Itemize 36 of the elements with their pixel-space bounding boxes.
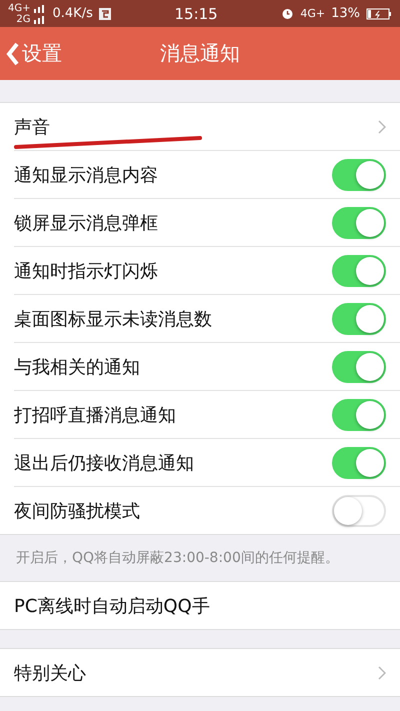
signal-icon	[32, 14, 46, 24]
row-label: 桌面图标显示未读消息数	[14, 308, 213, 330]
toggle-switch[interactable]	[332, 254, 386, 286]
signal-icon	[32, 4, 46, 12]
chevron-icon	[378, 666, 386, 680]
row-label: 夜间防骚扰模式	[14, 500, 141, 522]
row-label: 声音	[14, 116, 51, 138]
chevron-icon	[378, 120, 386, 134]
row-label: 与我相关的通知	[14, 356, 141, 378]
row-label: 特别关心	[14, 662, 87, 684]
battery-label: 13%	[331, 6, 360, 21]
footnote: 开启后，QQ将自动屏蔽23:00-8:00间的任何提醒。	[15, 549, 340, 568]
network-label: 4G+	[300, 7, 326, 20]
back-button[interactable]: 设置	[0, 40, 100, 67]
app-icon	[98, 8, 111, 20]
toggle-switch[interactable]	[332, 446, 386, 478]
setting-row[interactable]: 声音	[14, 103, 400, 151]
row-label: 退出后仍接收消息通知	[14, 452, 195, 474]
toggle-switch[interactable]	[332, 206, 386, 238]
toggle-switch[interactable]	[332, 350, 386, 382]
network-label: 4G+	[8, 2, 30, 14]
row-label: 通知时指示灯闪烁	[14, 260, 159, 282]
back-icon	[6, 42, 20, 66]
page-title: 消息通知	[159, 40, 241, 67]
row-label: 锁屏显示消息弹框	[14, 212, 159, 234]
speed-label: 0.4K/s	[52, 6, 93, 21]
toggle-switch[interactable]	[332, 494, 386, 526]
battery-icon	[366, 8, 392, 20]
toggle-switch[interactable]	[332, 302, 386, 334]
toggle-switch[interactable]	[332, 158, 386, 190]
row-label: 打招呼直播消息通知	[14, 404, 177, 426]
time-label: 15:15	[173, 4, 219, 22]
row-label: 通知显示消息内容	[14, 164, 159, 186]
alarm-icon	[281, 7, 294, 20]
toggle-switch[interactable]	[332, 398, 386, 430]
network-label: 2G	[16, 14, 30, 24]
